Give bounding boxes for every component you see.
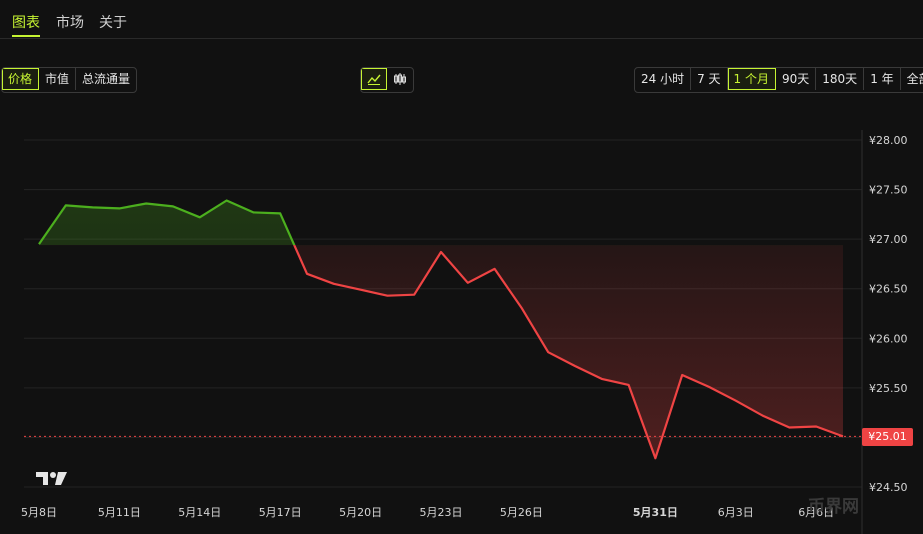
range-selector: 24 小时 7 天 1 个月 90天 180天 1 年 全部 bbox=[634, 67, 923, 93]
range-180d-button[interactable]: 180天 bbox=[816, 68, 865, 90]
chart-type-selector bbox=[360, 67, 414, 93]
watermark-logo: 币界网 bbox=[808, 497, 859, 517]
tab-chart[interactable]: 图表 bbox=[12, 13, 40, 33]
range-1m-button[interactable]: 1 个月 bbox=[727, 68, 776, 90]
candlestick-icon bbox=[394, 73, 406, 85]
x-tick-label: 5月17日 bbox=[259, 506, 302, 519]
x-tick-label: 5月11日 bbox=[98, 506, 141, 519]
line-chart-icon bbox=[366, 74, 381, 85]
x-tick-label: 5月14日 bbox=[178, 506, 221, 519]
x-tick-label: 5月20日 bbox=[339, 506, 382, 519]
x-tick-label: 6月3日 bbox=[718, 506, 754, 519]
tradingview-logo-icon bbox=[36, 472, 67, 485]
candlestick-button[interactable] bbox=[387, 68, 413, 90]
y-tick-label: ¥26.50 bbox=[869, 283, 908, 296]
x-tick-label: 5月8日 bbox=[21, 506, 57, 519]
y-tick-label: ¥27.50 bbox=[869, 184, 908, 197]
metric-supply-button[interactable]: 总流通量 bbox=[76, 68, 136, 90]
range-24h-button[interactable]: 24 小时 bbox=[635, 68, 692, 90]
x-tick-label: 5月26日 bbox=[500, 506, 543, 519]
x-tick-label: 5月31日 bbox=[633, 506, 678, 519]
range-7d-button[interactable]: 7 天 bbox=[691, 68, 728, 90]
price-chart[interactable]: ¥28.00 ¥27.50 ¥27.00 ¥26.50 ¥26.00 ¥25.50 ¥24.… bbox=[0, 120, 923, 534]
line-chart-button[interactable] bbox=[361, 68, 387, 90]
metric-selector: 价格 市值 总流通量 bbox=[1, 67, 138, 93]
tab-about[interactable]: 关于 bbox=[99, 13, 127, 33]
metric-price-button[interactable]: 价格 bbox=[2, 68, 40, 90]
x-tick-label: 5月23日 bbox=[420, 506, 463, 519]
top-tabs: 图表 市场 关于 bbox=[0, 0, 923, 39]
y-tick-label: ¥26.00 bbox=[869, 332, 908, 345]
range-90d-button[interactable]: 90天 bbox=[776, 68, 817, 90]
active-tab-indicator bbox=[12, 35, 40, 37]
y-tick-label: ¥25.50 bbox=[869, 382, 908, 395]
range-all-button[interactable]: 全部 bbox=[901, 68, 923, 90]
tab-market[interactable]: 市场 bbox=[56, 13, 84, 33]
y-tick-label: ¥28.00 bbox=[869, 134, 908, 147]
y-tick-label: ¥27.00 bbox=[869, 233, 908, 246]
current-price-badge: ¥25.01 bbox=[862, 428, 913, 446]
y-tick-label: ¥24.50 bbox=[869, 481, 908, 494]
metric-market-cap-button[interactable]: 市值 bbox=[39, 68, 77, 90]
range-1y-button[interactable]: 1 年 bbox=[864, 68, 901, 90]
